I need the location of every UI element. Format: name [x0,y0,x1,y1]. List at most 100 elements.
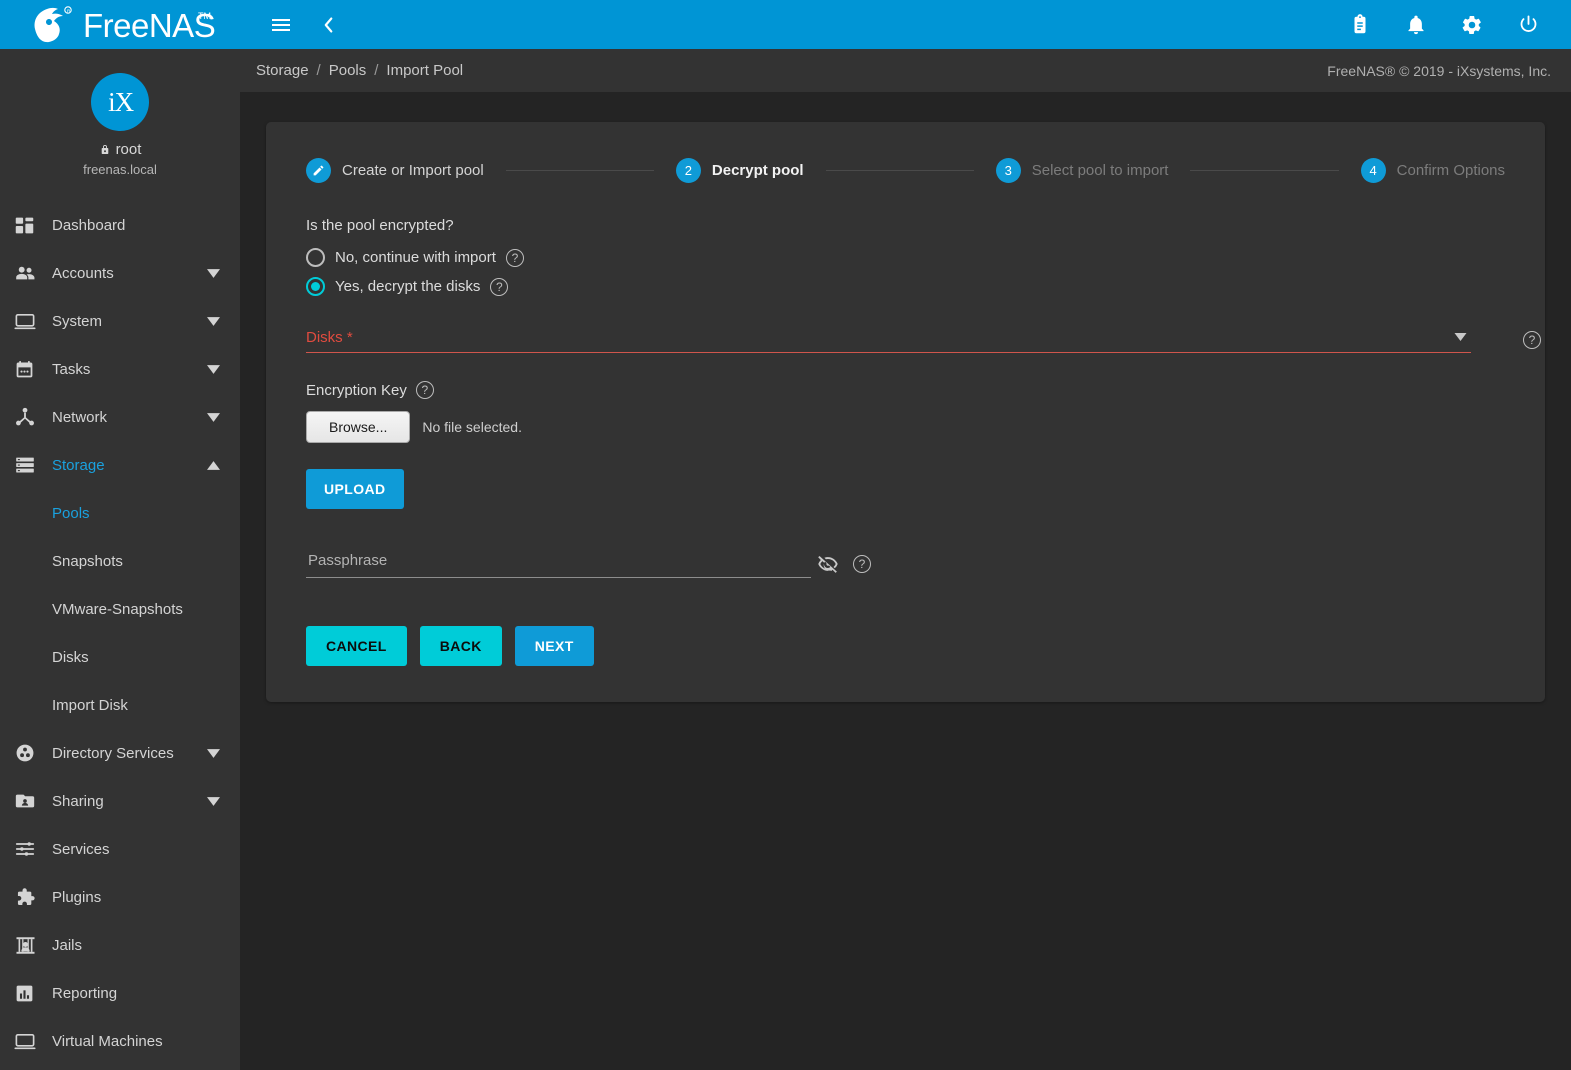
wizard-actions: CANCEL BACK NEXT [306,626,1505,666]
disks-select[interactable]: Disks * [306,328,1471,353]
sidebar-subitem-snapshots[interactable]: Snapshots [0,537,240,585]
radio-option-label: No, continue with import [335,249,496,266]
sidebar-item-sharing[interactable]: Sharing [0,777,240,825]
passphrase-field: ? [306,551,811,578]
chevron-left-icon[interactable] [312,8,346,42]
sidebar-item-network[interactable]: Network [0,393,240,441]
sidebar-subitem-pools[interactable]: Pools [0,489,240,537]
disks-label: Disks * [306,329,1454,346]
chevron-down-icon[interactable] [204,413,222,422]
wizard-stepper: Create or Import pool 2 Decrypt pool 3 S… [306,158,1505,183]
wizard-step-number: 4 [1361,158,1386,183]
wizard-step-1[interactable]: Create or Import pool [306,158,484,183]
encryption-key-label-row: Encryption Key ? [306,381,1505,399]
sidebar-subitem-label: Pools [52,505,90,522]
disks-label-text: Disks [306,329,343,346]
sidebar-item-storage[interactable]: Storage [0,441,240,489]
chevron-down-icon[interactable] [204,365,222,374]
power-icon[interactable] [1511,8,1545,42]
upload-button[interactable]: UPLOAD [306,469,404,509]
sidebar-item-plugins[interactable]: Plugins [0,873,240,921]
tasks-calendar-icon [14,359,48,380]
top-bar: R FreeNAS TM [0,0,1571,49]
browse-button[interactable]: Browse... [306,411,410,443]
chevron-up-icon[interactable] [204,461,222,470]
cancel-button[interactable]: CANCEL [306,626,407,666]
selected-file-name: No file selected. [422,419,522,435]
services-sliders-icon [14,838,48,860]
virtual-machines-icon [14,1030,48,1052]
radio-option-yes-decrypt[interactable]: Yes, decrypt the disks ? [306,277,1505,296]
breadcrumb-item-pools[interactable]: Pools [323,62,373,79]
notifications-bell-icon[interactable] [1399,8,1433,42]
top-bar-right-controls [1343,8,1571,42]
sidebar-nav: Dashboard Accounts [0,195,240,1065]
accounts-people-icon [14,262,48,284]
disks-field: Disks * ? [306,328,1505,353]
sidebar-subitem-label: Snapshots [52,553,123,570]
wizard-step-connector [1190,170,1338,171]
wizard-step-label: Decrypt pool [712,162,804,179]
sidebar-subitem-vmware-snapshots[interactable]: VMware-Snapshots [0,585,240,633]
sidebar-item-jails[interactable]: Jails [0,921,240,969]
wizard-step-connector [506,170,654,171]
wizard-step-number: 2 [676,158,701,183]
chevron-down-icon[interactable] [204,797,222,806]
sharing-folder-icon [14,790,48,812]
sidebar-user-block: iX root freenas.local [0,49,240,195]
help-circle-icon[interactable]: ? [1523,331,1541,349]
breadcrumb-item-import-pool: Import Pool [380,62,469,79]
wizard-step-3[interactable]: 3 Select pool to import [996,158,1169,183]
next-button[interactable]: NEXT [515,626,594,666]
radio-circle-icon[interactable] [306,248,325,267]
jails-icon [14,934,48,957]
passphrase-input[interactable] [306,551,811,570]
chevron-down-icon[interactable] [204,269,222,278]
sidebar-item-virtual-machines[interactable]: Virtual Machines [0,1017,240,1065]
wizard-step-2[interactable]: 2 Decrypt pool [676,158,804,183]
radio-option-no-continue[interactable]: No, continue with import ? [306,248,1505,267]
wizard-step-label: Create or Import pool [342,162,484,179]
chevron-down-icon[interactable] [204,749,222,758]
sidebar-item-label: Sharing [48,793,204,810]
sidebar-item-system[interactable]: System [0,297,240,345]
encryption-key-label: Encryption Key [306,382,407,399]
help-circle-icon[interactable]: ? [416,381,434,399]
wizard-step-label: Select pool to import [1032,162,1169,179]
hamburger-menu-icon[interactable] [264,8,298,42]
help-circle-icon[interactable]: ? [506,249,524,267]
back-button[interactable]: BACK [420,626,502,666]
sidebar-subitem-disks[interactable]: Disks [0,633,240,681]
sidebar-item-directory-services[interactable]: Directory Services [0,729,240,777]
sidebar-item-label: Reporting [48,985,222,1002]
sidebar-item-accounts[interactable]: Accounts [0,249,240,297]
sidebar-subitem-import-disk[interactable]: Import Disk [0,681,240,729]
sidebar-hostname: freenas.local [0,162,240,177]
sidebar-item-label: Virtual Machines [48,1033,222,1050]
sidebar-item-services[interactable]: Services [0,825,240,873]
chevron-down-icon[interactable] [1454,328,1467,346]
sidebar-item-dashboard[interactable]: Dashboard [0,201,240,249]
sidebar-item-tasks[interactable]: Tasks [0,345,240,393]
tasks-clipboard-icon[interactable] [1343,8,1377,42]
sidebar-subitem-label: Disks [52,649,89,666]
help-circle-icon[interactable]: ? [490,278,508,296]
sidebar-item-label: Dashboard [48,217,222,234]
freenas-logo[interactable]: R FreeNAS TM [0,0,240,49]
settings-gear-icon[interactable] [1455,8,1489,42]
wizard-step-connector [826,170,974,171]
eye-off-icon[interactable] [817,553,839,575]
wizard-step-4[interactable]: 4 Confirm Options [1361,158,1505,183]
breadcrumb-item-storage[interactable]: Storage [250,62,315,79]
sidebar-item-reporting[interactable]: Reporting [0,969,240,1017]
required-marker: * [347,329,353,346]
chevron-down-icon[interactable] [204,317,222,326]
help-circle-icon[interactable]: ? [853,555,871,573]
sidebar-item-label: System [48,313,204,330]
breadcrumb-bar: Storage / Pools / Import Pool FreeNAS® ©… [240,49,1571,92]
ixsystems-avatar-icon: iX [83,65,157,139]
sidebar-item-label: Jails [48,937,222,954]
pencil-edit-icon [306,158,331,183]
radio-circle-icon[interactable] [306,277,325,296]
sidebar-item-label: Directory Services [48,745,204,762]
